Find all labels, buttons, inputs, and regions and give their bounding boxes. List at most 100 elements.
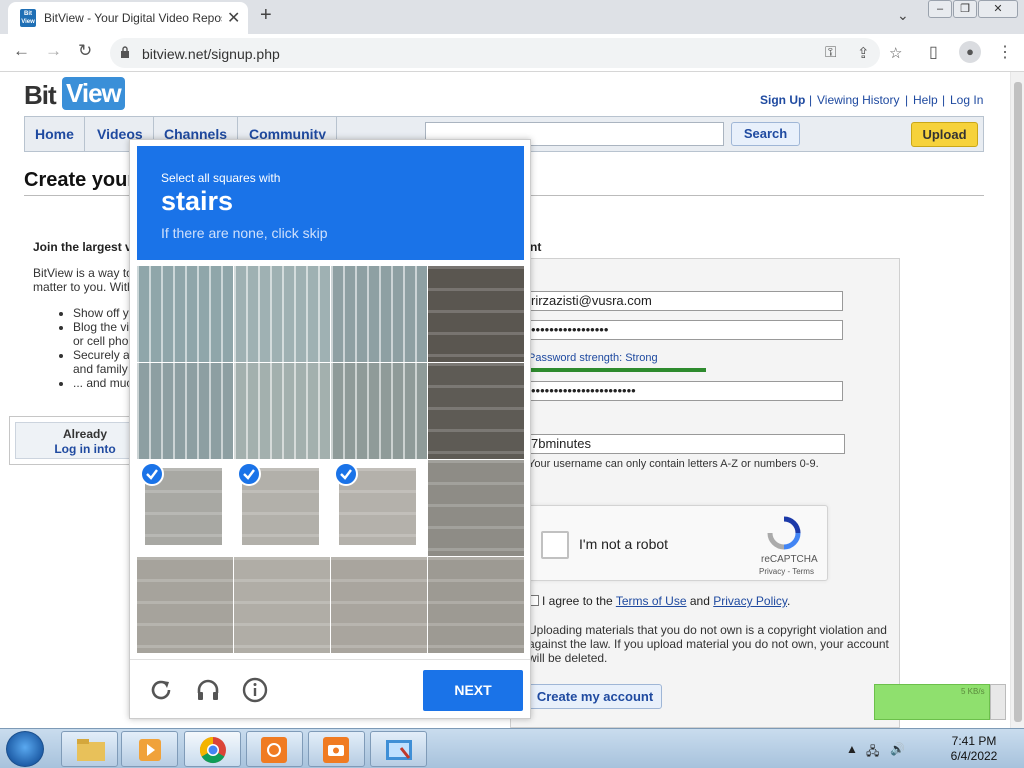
browser-tab[interactable]: Bit View BitView - Your Digital Video Re… (8, 2, 248, 34)
captcha-tile-image (428, 557, 524, 653)
back-icon[interactable]: ← (13, 41, 30, 61)
terms-link[interactable]: Terms of Use (616, 594, 687, 608)
address-bar[interactable]: bitview.net/signup.php ⚿ ⇪ ☆ (110, 38, 902, 68)
minimize-icon[interactable]: – (928, 0, 952, 18)
captcha-tile[interactable] (234, 363, 330, 459)
system-clock[interactable]: 7:41 PM 6/4/2022 (936, 734, 1012, 764)
volume-icon[interactable]: 🔊 (890, 742, 905, 756)
username-field[interactable]: 7bminutes (526, 434, 845, 454)
captcha-tile[interactable] (234, 460, 330, 556)
list-item: Blog the vi (73, 320, 132, 334)
reload-icon[interactable] (148, 677, 174, 703)
upload-button[interactable]: Upload (911, 122, 978, 147)
join-text-line: matter to you. With (33, 280, 134, 294)
captcha-tile[interactable] (234, 557, 330, 653)
next-button[interactable]: NEXT (423, 670, 523, 711)
sidebar-icon[interactable]: ▯ (929, 42, 938, 62)
window-close-icon[interactable]: ✕ (978, 0, 1018, 18)
media-player-icon[interactable] (121, 731, 178, 767)
star-icon[interactable]: ☆ (889, 44, 902, 62)
page-scrollbar[interactable] (1010, 72, 1024, 728)
signup-link[interactable]: Sign Up (760, 93, 805, 107)
file-explorer-icon[interactable] (61, 731, 118, 767)
recaptcha-checkbox[interactable] (541, 531, 569, 559)
captcha-challenge: Select all squares with stairs If there … (129, 139, 531, 719)
network-speed: 5 KB/s (961, 687, 985, 696)
nav-home[interactable]: Home (25, 117, 85, 151)
captcha-tile[interactable] (137, 460, 233, 556)
link-separator: | (809, 93, 813, 107)
agree-and-text: and (689, 594, 710, 608)
search-button[interactable]: Search (731, 122, 800, 146)
viewing-history-link[interactable]: Viewing History (817, 93, 899, 107)
privacy-link[interactable]: Privacy Policy (713, 594, 787, 608)
captcha-tile-image (234, 557, 330, 653)
captcha-tile[interactable] (428, 460, 524, 556)
captcha-tile-image (234, 266, 330, 362)
recaptcha-logo-icon (767, 516, 801, 550)
captcha-skip-hint: If there are none, click skip (161, 225, 328, 241)
camera-app-icon[interactable] (308, 731, 365, 767)
scrollbar-thumb[interactable] (1014, 82, 1022, 722)
password-field[interactable]: ••••••••••••••••• (526, 320, 843, 340)
captcha-tile[interactable] (331, 557, 427, 653)
captcha-tile-image (234, 363, 330, 459)
info-icon[interactable] (242, 677, 268, 703)
captcha-tile[interactable] (137, 363, 233, 459)
captcha-tile[interactable] (234, 266, 330, 362)
captcha-tile-image (331, 557, 427, 653)
captcha-tile-image (428, 266, 524, 362)
reload-icon[interactable]: ↻ (78, 41, 92, 61)
browser-tabstrip: Bit View BitView - Your Digital Video Re… (0, 0, 1024, 34)
captcha-tile-image (137, 363, 233, 459)
start-button[interactable] (6, 731, 44, 767)
username-hint: Your username can only contain letters A… (528, 458, 819, 470)
confirm-password-field[interactable]: ••••••••••••••••••••••• (526, 381, 843, 401)
restore-icon[interactable]: ❐ (953, 0, 977, 18)
captcha-tile[interactable] (428, 363, 524, 459)
taskbar: ▲ 🖧 🔊 7:41 PM 6/4/2022 (0, 728, 1024, 768)
captcha-tile[interactable] (331, 363, 427, 459)
captcha-tile-image (137, 557, 233, 653)
captcha-tile[interactable] (331, 266, 427, 362)
forward-icon[interactable]: → (45, 41, 62, 61)
captcha-tile[interactable] (137, 266, 233, 362)
recaptcha-terms[interactable]: Privacy - Terms (759, 567, 814, 576)
login-link[interactable]: Log In (950, 93, 983, 107)
network-icon[interactable]: 🖧 (866, 742, 879, 763)
clock-time: 7:41 PM (951, 734, 997, 748)
list-item: Securely a (73, 348, 132, 362)
menu-icon[interactable]: ⋮ (997, 42, 1013, 62)
password-strength-label: Password strength: Strong (528, 352, 658, 364)
clock-date: 6/4/2022 (950, 749, 998, 763)
share-icon[interactable]: ⇪ (857, 44, 870, 62)
close-tab-icon[interactable]: ✕ (227, 8, 240, 28)
key-icon[interactable]: ⚿ (825, 44, 836, 61)
profile-icon[interactable]: ● (959, 41, 981, 63)
network-meter-widget[interactable]: 5 KB/s (874, 684, 990, 720)
chrome-icon[interactable] (184, 731, 241, 767)
snipping-tool-icon[interactable] (370, 731, 427, 767)
captcha-grid (137, 266, 524, 653)
headphones-icon[interactable] (195, 677, 221, 703)
chevron-down-icon[interactable]: ⌄ (897, 7, 909, 24)
list-item: ... and muc (73, 376, 132, 390)
new-tab-icon[interactable]: + (260, 4, 272, 27)
email-field[interactable]: rirzazisti@vusra.com (526, 291, 843, 311)
captcha-tile[interactable] (428, 557, 524, 653)
lock-icon[interactable] (120, 46, 130, 58)
widget-controls[interactable] (990, 684, 1006, 720)
captcha-tile[interactable] (428, 266, 524, 362)
orange-app-icon[interactable] (246, 731, 303, 767)
captcha-tile[interactable] (331, 460, 427, 556)
tray-expand-icon[interactable]: ▲ (846, 742, 858, 756)
captcha-instruction: Select all squares with (161, 171, 281, 185)
create-account-button[interactable]: Create my account (528, 684, 662, 709)
help-link[interactable]: Help (913, 93, 938, 107)
recaptcha-widget: I'm not a robot reCAPTCHA Privacy - Term… (528, 505, 828, 581)
check-icon (334, 462, 358, 486)
feature-list: Show off y Blog the vi or cell pho Secur… (58, 306, 132, 390)
captcha-tile[interactable] (137, 557, 233, 653)
url-text: bitview.net/signup.php (142, 46, 280, 62)
captcha-tile-image (428, 460, 524, 556)
